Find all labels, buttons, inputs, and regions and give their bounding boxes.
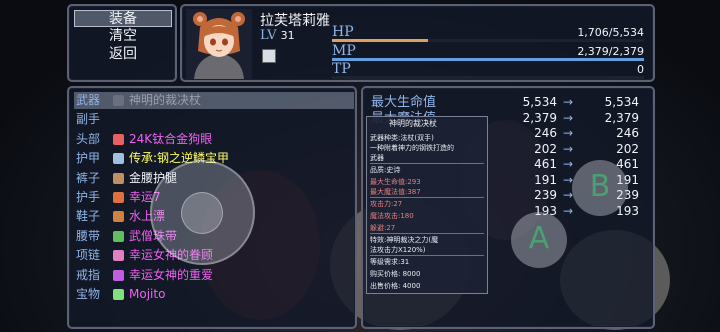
slot-type-label: 护甲 [76, 151, 101, 166]
joystick-knob[interactable] [181, 192, 223, 234]
slot-item-name: 神明的裁决杖 [129, 93, 202, 107]
stat-new-value: 5,534 [604, 95, 639, 109]
stat-old-value: 239 [534, 188, 557, 202]
item-description-line: 法攻击力X120%) [370, 246, 426, 254]
clear-command[interactable]: 清空 [74, 28, 172, 45]
hp-value: 1,706/5,534 [577, 26, 644, 39]
description-divider [370, 197, 484, 198]
slot-type-label: 宝物 [76, 287, 101, 301]
stat-compare-row: 最大生命值 5,534 → 5,534 [369, 94, 651, 111]
actor-level: LV 31 [260, 28, 295, 43]
mp-label: MP [332, 43, 356, 59]
slot-type-label: 头部 [76, 131, 101, 146]
equip-slot-row[interactable]: 副手 [74, 111, 354, 128]
belt-icon [113, 230, 124, 242]
description-divider [370, 163, 484, 164]
tp-gauge: TP 0 [332, 61, 644, 79]
slot-item-name: Mojito [129, 287, 166, 301]
item-description-line: 最大生命值:293 [370, 178, 421, 186]
actor-status-window: 拉芙塔莉雅 LV 31 HP 1,706/5,534 MP 2,379/2,37… [180, 4, 655, 82]
item-description-line: 武器 [370, 154, 384, 162]
item-description-title: 神明的裁决杖 [389, 119, 437, 128]
arrow-icon: → [563, 203, 574, 218]
stat-old-value: 202 [534, 141, 557, 156]
item-description-line: 魔法攻击:180 [370, 212, 414, 220]
actor-name: 拉芙塔莉雅 [260, 13, 330, 29]
slot-item-name: 24K钛合金狗眼 [129, 131, 213, 146]
slot-type-label: 鞋子 [76, 209, 101, 224]
description-divider [370, 255, 484, 256]
pants-icon [113, 172, 124, 184]
stat-old-value: 5,534 [522, 95, 557, 109]
level-value: 31 [280, 29, 295, 42]
hp-fill [332, 39, 429, 42]
necklace-icon [113, 250, 124, 262]
a-button[interactable]: A [511, 212, 567, 268]
tp-value: 0 [637, 63, 644, 76]
drink-icon [113, 289, 124, 300]
back-command[interactable]: 返回 [74, 46, 172, 63]
orb-icon [113, 133, 124, 145]
a-button-label: A [528, 221, 550, 256]
staff-icon [113, 95, 124, 106]
mp-value: 2,379/2,379 [577, 45, 644, 58]
hp-label: HP [332, 24, 354, 40]
stat-old-value: 191 [534, 172, 557, 187]
slot-type-label: 腰带 [76, 228, 101, 243]
glove-icon [113, 192, 124, 203]
tp-label: TP [332, 61, 351, 77]
actor-face-portrait [186, 9, 252, 79]
item-description-line: 一种附着神力的钢铁打造的 [370, 144, 454, 152]
armor-icon [113, 153, 124, 165]
stat-new-value: 2,379 [604, 110, 639, 125]
item-description-line: 等级需求:31 [370, 258, 410, 266]
boot-icon [113, 211, 124, 223]
stat-label: 最大生命值 [371, 95, 437, 110]
stat-old-value: 461 [534, 157, 557, 171]
equip-slot-row[interactable]: 武器 神明的裁决杖 [74, 92, 354, 109]
arrow-icon: → [563, 110, 574, 125]
slot-type-label: 护手 [76, 190, 101, 204]
item-description-line: 武器种类:法杖(双手) [370, 134, 434, 142]
item-description-line: 最大魔法值:387 [370, 188, 421, 196]
stat-old-value: 2,379 [522, 110, 557, 125]
slot-type-label: 戒指 [76, 267, 101, 282]
arrow-icon: → [563, 95, 574, 109]
equip-slot-row[interactable]: 宝物 Mojito [74, 286, 354, 303]
ring-icon [113, 269, 124, 281]
level-label: LV [260, 28, 277, 43]
b-button[interactable]: B [572, 160, 628, 216]
slot-type-label: 项链 [76, 248, 101, 263]
item-description-line: 购买价格: 8000 [370, 270, 421, 278]
item-description-line: 攻击力:27 [370, 200, 403, 208]
slot-type-label: 武器 [76, 93, 101, 107]
description-divider [370, 233, 484, 234]
equip-slot-row[interactable]: 戒指 幸运女神的重爱 [74, 267, 354, 284]
stat-new-value: 246 [616, 126, 639, 140]
slot-type-label: 裤子 [76, 170, 101, 185]
item-description-line: 躲避:27 [370, 224, 396, 232]
command-window: 装备 清空 返回 [67, 4, 177, 82]
b-button-label: B [589, 169, 611, 204]
equip-slot-row[interactable]: 头部 24K钛合金狗眼 [74, 131, 354, 148]
hp-gauge: HP 1,706/5,534 [332, 24, 644, 42]
arrow-icon: → [563, 141, 574, 156]
arrow-icon: → [563, 126, 574, 140]
stat-new-value: 202 [616, 141, 639, 156]
item-description-line: 品质:史诗 [370, 166, 401, 174]
equip-command[interactable]: 装备 [74, 10, 172, 27]
stat-old-value: 246 [534, 126, 557, 140]
item-description-line: 特效:神明裁决之力(魔 [370, 236, 439, 244]
item-description-line: 出售价格: 4000 [370, 282, 421, 290]
state-icon [262, 49, 276, 63]
slot-type-label: 副手 [76, 112, 101, 127]
slot-item-name: 幸运女神的重爱 [129, 267, 214, 282]
item-description-popup: 神明的裁决杖 武器种类:法杖(双手) 一种附着神力的钢铁打造的 武器品质:史诗最大生… [366, 116, 488, 294]
mp-gauge: MP 2,379/2,379 [332, 43, 644, 61]
